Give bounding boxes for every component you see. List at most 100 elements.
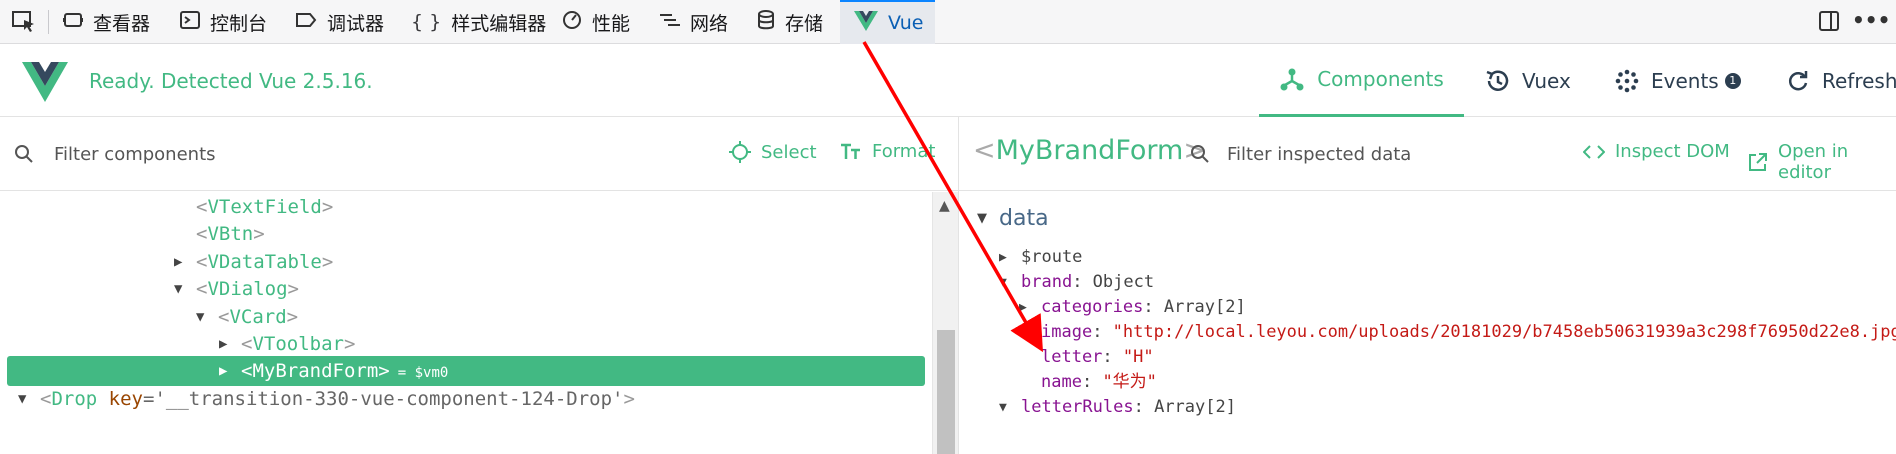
tab-label: Vuex — [1522, 68, 1571, 93]
collapse-arrow-icon[interactable]: ▼ — [18, 384, 26, 414]
history-icon — [1484, 68, 1510, 94]
data-row[interactable]: letter: "H" — [1041, 345, 1154, 370]
tree-scrollbar[interactable]: ▲ — [932, 192, 958, 454]
open-in-editor-button[interactable]: Open in editor — [1748, 141, 1896, 183]
tree-node[interactable]: <VBtn> — [196, 219, 265, 249]
refresh-button[interactable]: Refresh — [1786, 44, 1896, 117]
tree-node[interactable]: ▼ <VDialog> — [174, 274, 299, 304]
components-filter-bar: Select Format — [0, 117, 958, 191]
tab-performance[interactable]: 性能 — [562, 0, 630, 44]
collapse-arrow-icon[interactable]: ▼ — [174, 274, 182, 304]
tab-label: 存储 — [785, 12, 824, 35]
collapse-arrow-icon[interactable]: ▼ — [977, 211, 987, 226]
tree-node-name: VTextField — [207, 196, 322, 218]
filter-inspected-data-input[interactable] — [1227, 139, 1527, 169]
tree-node[interactable]: ▼ <VCard> — [196, 302, 298, 332]
target-icon — [729, 141, 751, 163]
node-key-value: '__transition-330-vue-component-124-Drop… — [154, 388, 624, 410]
tree-node-name: VCard — [229, 306, 287, 328]
filter-components-input[interactable] — [54, 139, 614, 169]
tab-events[interactable]: Events 1 — [1615, 44, 1741, 117]
tab-components[interactable]: Components — [1259, 44, 1464, 117]
select-label: Select — [761, 141, 817, 163]
tab-storage[interactable]: 存储 — [757, 0, 823, 44]
tab-inspector[interactable]: 查看器 — [63, 0, 150, 44]
data-row[interactable]: name: "华为" — [1041, 370, 1157, 395]
inspector-header: <MyBrandForm> Inspect DOM Open in editor — [959, 117, 1896, 191]
inspector-pane: <MyBrandForm> Inspect DOM Open in editor… — [959, 117, 1896, 454]
expand-arrow-icon[interactable]: ▶ — [219, 356, 227, 386]
expand-arrow-icon[interactable]: ▶ — [174, 247, 182, 277]
data-value: "H" — [1122, 347, 1154, 367]
toolbar-separator — [48, 10, 49, 34]
dock-side-icon[interactable] — [1818, 10, 1840, 37]
text-format-icon — [840, 143, 862, 161]
element-picker-icon[interactable] — [12, 11, 36, 33]
tab-label: Events — [1651, 68, 1719, 93]
data-value: Array[2] — [1154, 397, 1236, 417]
expand-arrow-icon[interactable]: ▶ — [219, 329, 227, 359]
tab-label: Components — [1317, 67, 1444, 91]
tab-style-editor[interactable]: { } 样式编辑器 — [411, 0, 546, 44]
scrollbar-thumb[interactable] — [937, 330, 955, 454]
tab-network[interactable]: 网络 — [660, 0, 728, 44]
tree-node-name: MyBrandForm — [252, 360, 379, 382]
data-row[interactable]: image: "http://local.leyou.com/uploads/2… — [1041, 320, 1896, 345]
scroll-up-arrow-icon[interactable]: ▲ — [939, 198, 950, 214]
external-link-icon — [1748, 152, 1768, 172]
tree-node-selected[interactable]: ▶ <MyBrandForm> = $vm0 — [7, 356, 925, 386]
collapse-arrow-icon[interactable]: ▼ — [999, 395, 1007, 420]
tab-label: 性能 — [592, 12, 631, 35]
network-icon — [660, 11, 680, 33]
data-key: categories — [1041, 297, 1144, 317]
tree-node-name: VDataTable — [207, 251, 322, 273]
vm-reference: = $vm0 — [397, 365, 449, 381]
events-count-badge: 1 — [1724, 72, 1741, 89]
section-title[interactable]: ▼ data — [977, 206, 1049, 231]
tree-node-name: VDialog — [207, 278, 288, 300]
tab-console[interactable]: 控制台 — [180, 0, 267, 44]
tab-vuex[interactable]: Vuex — [1484, 44, 1571, 117]
vue-logo-icon — [854, 10, 878, 36]
tree-node[interactable]: <VTextField> — [196, 192, 333, 222]
data-key: image — [1041, 322, 1093, 342]
inspector-icon — [63, 11, 83, 34]
component-tree: <VTextField> <VBtn> ▶ <VDataTable> ▼ <VD… — [0, 192, 932, 454]
data-row[interactable]: ▼ brand: Object — [999, 270, 1155, 295]
components-pane: Select Format <VTextField> <VBtn> ▶ <VDa… — [0, 117, 958, 454]
inspect-dom-button[interactable]: Inspect DOM — [1583, 141, 1730, 162]
data-key: name — [1041, 372, 1082, 392]
tree-node[interactable]: ▶ <VToolbar> — [219, 329, 355, 359]
tab-label: 样式编辑器 — [451, 12, 547, 35]
format-button[interactable]: Format — [840, 141, 935, 162]
collapse-arrow-icon[interactable]: ▼ — [196, 302, 204, 332]
tree-node[interactable]: ▼ <Drop key='__transition-330-vue-compon… — [18, 384, 635, 414]
tab-debugger[interactable]: 调试器 — [295, 0, 384, 44]
events-icon — [1615, 69, 1639, 93]
tree-node-name: Drop — [51, 388, 98, 410]
data-row[interactable]: ▼ letterRules: Array[2] — [999, 395, 1236, 420]
expand-arrow-icon[interactable]: ▶ — [999, 245, 1007, 270]
data-key: letter — [1041, 347, 1103, 367]
node-key-attr: key — [108, 388, 143, 410]
data-row[interactable]: ▶ $route — [999, 245, 1082, 270]
data-key: brand — [1021, 272, 1073, 292]
search-icon — [1190, 144, 1210, 168]
tab-vue[interactable]: Vue — [840, 0, 935, 44]
format-label: Format — [872, 141, 936, 162]
devtools-toolbar: 查看器 控制台 调试器 { } 样式编辑器 性能 网络 存储 Vue ••• — [0, 0, 1896, 44]
data-key: letterRules — [1021, 397, 1134, 417]
style-editor-icon: { } — [411, 11, 442, 33]
collapse-arrow-icon[interactable]: ▼ — [999, 270, 1007, 295]
data-value: Object — [1092, 272, 1155, 292]
tab-label: 查看器 — [93, 12, 151, 35]
data-value: Array[2] — [1163, 297, 1246, 317]
tab-label: Vue — [888, 12, 924, 34]
expand-arrow-icon[interactable]: ▶ — [1019, 295, 1027, 320]
data-value: "华为" — [1102, 372, 1157, 392]
search-icon — [14, 144, 34, 168]
more-options-icon[interactable]: ••• — [1852, 8, 1890, 32]
data-row[interactable]: ▶ categories: Array[2] — [1019, 295, 1246, 320]
select-component-button[interactable]: Select — [729, 141, 817, 163]
tree-node[interactable]: ▶ <VDataTable> — [174, 247, 333, 277]
